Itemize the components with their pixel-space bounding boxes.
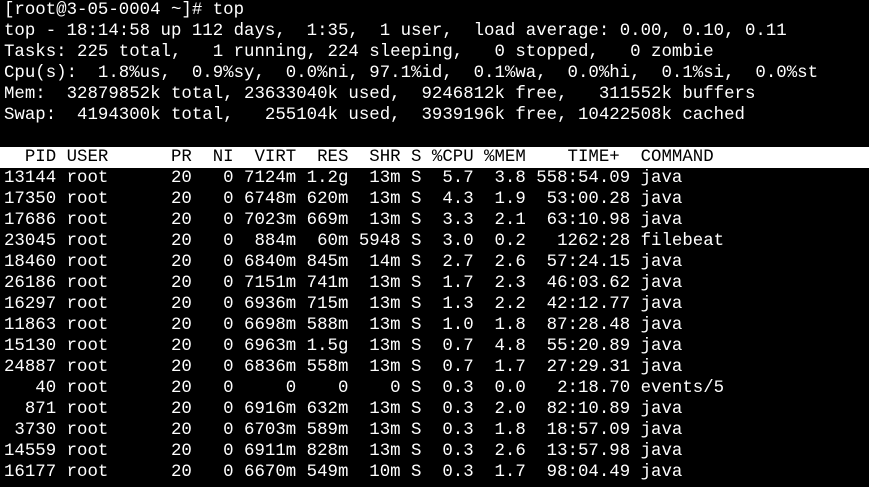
process-row: 16297 root 20 0 6936m 715m 13m S 1.3 2.2… (4, 295, 683, 314)
process-row: 23045 root 20 0 884m 60m 5948 S 3.0 0.2 … (4, 232, 725, 251)
process-row: 13144 root 20 0 7124m 1.2g 13m S 5.7 3.8… (4, 169, 683, 188)
process-row: 17350 root 20 0 6748m 620m 13m S 4.3 1.9… (4, 190, 683, 209)
process-row: 14559 root 20 0 6911m 828m 13m S 0.3 2.6… (4, 442, 683, 461)
process-row: 26186 root 20 0 7151m 741m 13m S 1.7 2.3… (4, 274, 683, 293)
process-row: 11863 root 20 0 6698m 588m 13m S 1.0 1.8… (4, 316, 683, 335)
uptime-summary: top - 18:14:58 up 112 days, 1:35, 1 user… (4, 22, 787, 41)
process-row: 40 root 20 0 0 0 0 S 0.3 0.0 2:18.70 eve… (4, 379, 725, 398)
process-row: 15130 root 20 0 6963m 1.5g 13m S 0.7 4.8… (4, 337, 683, 356)
shell-prompt: [root@3-05-0004 ~]# top (4, 1, 245, 20)
mem-summary: Mem: 32879852k total, 23633040k used, 92… (4, 85, 756, 104)
swap-summary: Swap: 4194300k total, 255104k used, 3939… (4, 106, 745, 125)
process-row: 17686 root 20 0 7023m 669m 13m S 3.3 2.1… (4, 211, 683, 230)
terminal-window[interactable]: [root@3-05-0004 ~]# top top - 18:14:58 u… (0, 0, 869, 483)
process-row: 24887 root 20 0 6836m 558m 13m S 0.7 1.7… (4, 358, 683, 377)
process-row: 3730 root 20 0 6703m 589m 13m S 0.3 1.8 … (4, 421, 683, 440)
process-table-header: PID USER PR NI VIRT RES SHR S %CPU %MEM … (0, 147, 869, 168)
cpu-summary: Cpu(s): 1.8%us, 0.9%sy, 0.0%ni, 97.1%id,… (4, 64, 819, 83)
process-table-body: 13144 root 20 0 7124m 1.2g 13m S 5.7 3.8… (4, 168, 869, 483)
process-row: 16177 root 20 0 6670m 549m 10m S 0.3 1.7… (4, 463, 683, 482)
process-row: 18460 root 20 0 6840m 845m 14m S 2.7 2.6… (4, 253, 683, 272)
tasks-summary: Tasks: 225 total, 1 running, 224 sleepin… (4, 43, 714, 62)
process-row: 871 root 20 0 6916m 632m 13m S 0.3 2.0 8… (4, 400, 683, 419)
